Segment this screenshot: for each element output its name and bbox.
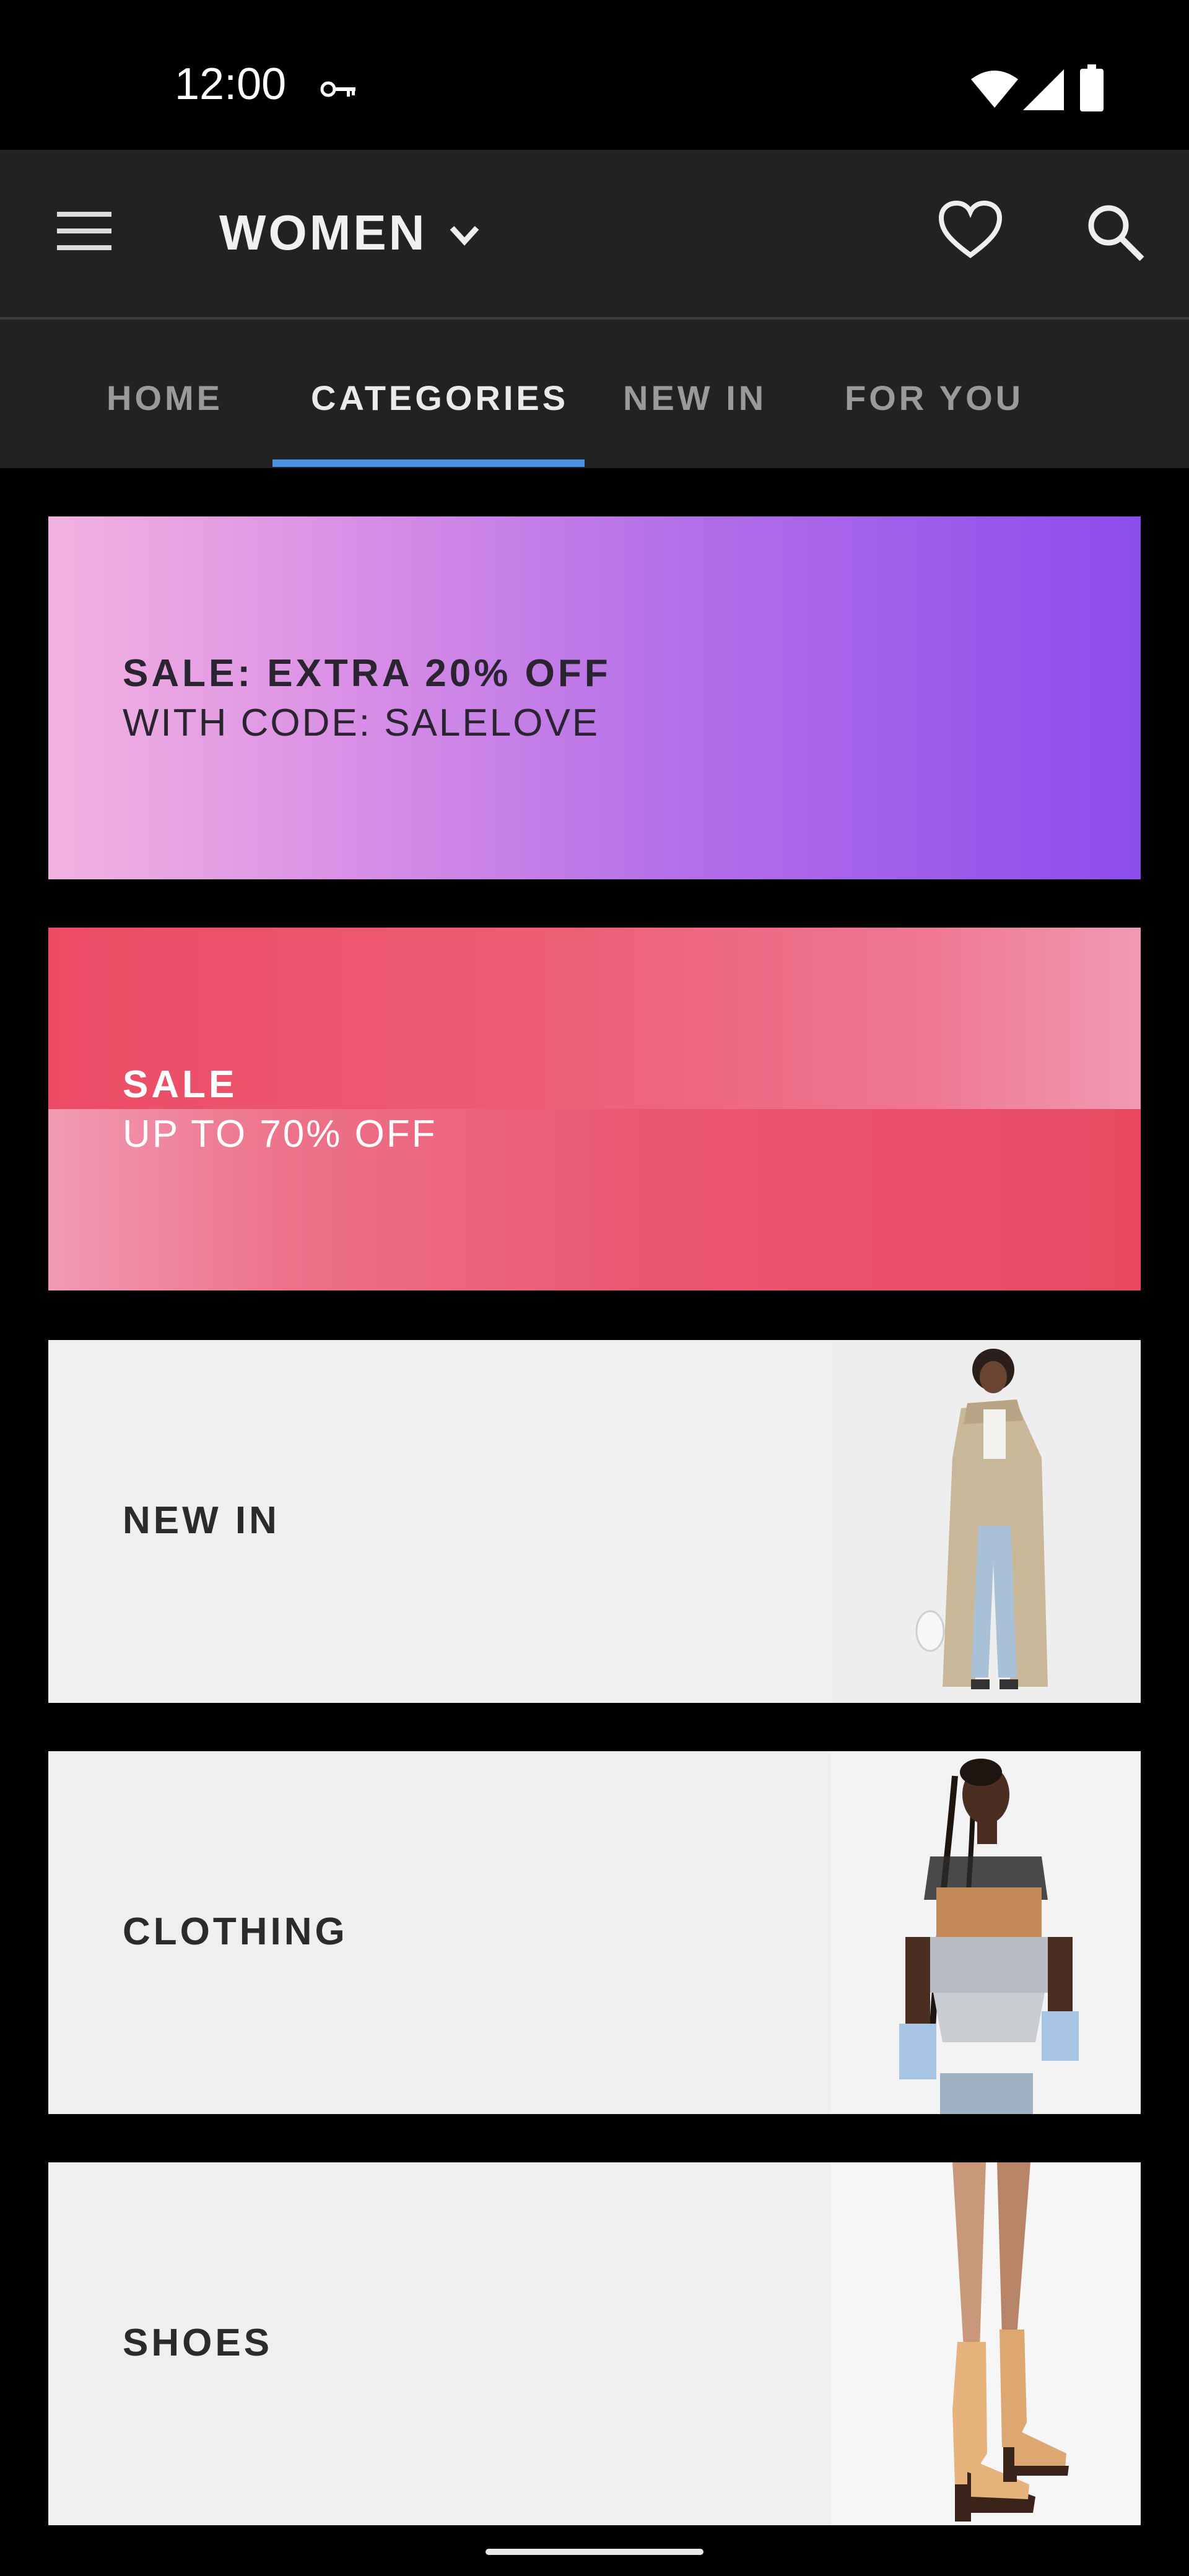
category-label: SHOES [123, 2321, 273, 2364]
tab-for-you[interactable]: FOR YOU [845, 378, 1024, 418]
tab-home[interactable]: HOME [107, 378, 223, 418]
signal-icon [1023, 69, 1064, 110]
tab-bar: HOME CATEGORIES NEW IN FOR YOU [0, 320, 1189, 468]
category-new-in[interactable]: NEW IN [48, 1340, 1141, 1703]
menu-icon[interactable] [53, 203, 115, 259]
promo-subtitle: UP TO 70% OFF [123, 1113, 437, 1155]
gender-selector[interactable]: WOMEN [219, 204, 427, 261]
new-in-model-image [831, 1340, 1141, 1703]
category-label: CLOTHING [123, 1910, 348, 1953]
clothing-model-image [831, 1751, 1141, 2114]
status-bar: 12:00 [0, 0, 1189, 150]
promo-subtitle: WITH CODE: SALELOVE [123, 702, 600, 744]
category-clothing[interactable]: CLOTHING [48, 1751, 1141, 2114]
chevron-down-icon[interactable] [446, 217, 483, 254]
promo-banner-sale[interactable]: SALE UP TO 70% OFF [48, 928, 1141, 1290]
search-icon[interactable] [1082, 199, 1147, 264]
category-label: NEW IN [123, 1499, 280, 1542]
shoes-model-image [831, 2162, 1141, 2525]
promo-title: SALE [123, 1063, 238, 1106]
promo-title: SALE: EXTRA 20% OFF [123, 652, 611, 695]
status-time: 12:00 [175, 59, 287, 109]
heart-icon[interactable] [938, 199, 1003, 261]
key-icon [320, 81, 355, 97]
wifi-icon [971, 71, 1018, 108]
home-indicator[interactable] [486, 2549, 703, 2555]
app-bar: WOMEN [0, 150, 1189, 320]
tab-categories[interactable]: CATEGORIES [311, 378, 568, 418]
promo-banner-extra-20[interactable]: SALE: EXTRA 20% OFF WITH CODE: SALELOVE [48, 516, 1141, 879]
category-shoes[interactable]: SHOES [48, 2162, 1141, 2525]
active-tab-indicator [272, 459, 585, 467]
tab-new-in[interactable]: NEW IN [623, 378, 767, 418]
battery-icon [1080, 64, 1104, 111]
